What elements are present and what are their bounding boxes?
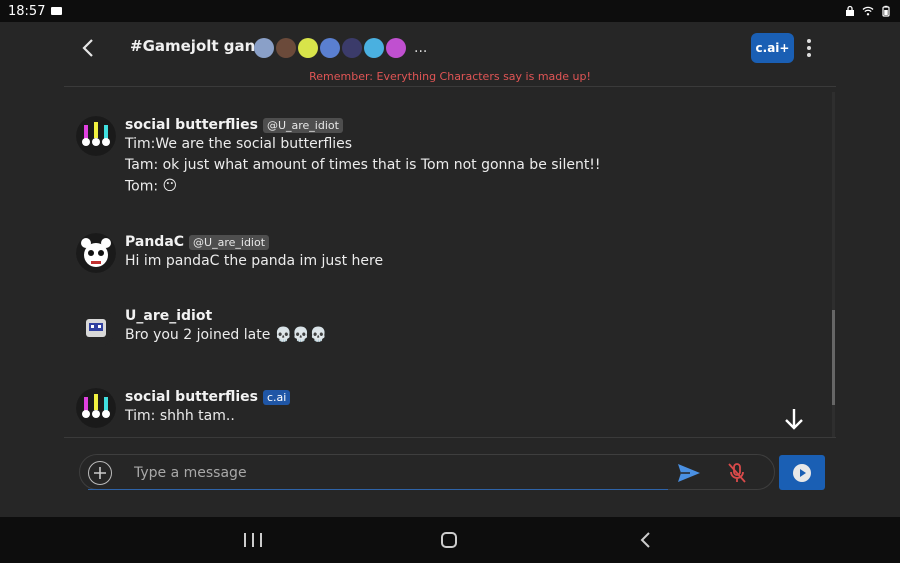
status-time: 18:57	[8, 3, 46, 19]
input-focus-underline	[88, 489, 668, 490]
emoji: 😶	[162, 178, 178, 194]
message-line: Tim:We are the social butterflies	[125, 136, 353, 152]
status-icons	[844, 5, 892, 17]
member-avatar	[364, 38, 384, 58]
nav-back-icon[interactable]	[638, 531, 652, 549]
scrollbar-thumb[interactable]	[832, 310, 835, 405]
message-line: Tim: shhh tam..	[125, 408, 235, 424]
message: social butterflies c.ai Tim: shhh tam..	[76, 388, 291, 428]
message-body: PandaC @U_are_idiot Hi im pandaC the pan…	[125, 233, 383, 273]
member-avatar	[254, 38, 274, 58]
chevron-left-icon	[82, 39, 93, 57]
system-nav-bar	[0, 517, 900, 563]
message: U_are_idiot Bro you 2 joined late 💀💀💀	[76, 307, 327, 347]
message-body: social butterflies c.ai Tim: shhh tam..	[125, 388, 291, 428]
message-line: Tom: 😶	[125, 176, 601, 198]
app-header: #Gamejolt gang ... c.ai+ Remember: Every…	[0, 22, 900, 88]
ai-tag: c.ai	[262, 389, 291, 405]
play-circle-icon	[793, 463, 811, 482]
home-icon[interactable]	[441, 532, 457, 548]
recents-icon[interactable]	[244, 533, 262, 547]
mic-muted-icon[interactable]	[725, 461, 749, 485]
author-name[interactable]: U_are_idiot	[125, 308, 212, 324]
message-line: Tam: ok just what amount of times that i…	[125, 157, 601, 173]
status-bar: 18:57	[0, 0, 900, 22]
more-options-icon[interactable]	[802, 36, 816, 60]
author-name[interactable]: social butterflies	[125, 389, 258, 405]
member-avatar-strip[interactable]: ...	[254, 38, 427, 58]
voice-play-button[interactable]	[779, 455, 825, 490]
creator-tag: @U_are_idiot	[189, 234, 270, 250]
member-avatar	[276, 38, 296, 58]
more-members: ...	[414, 40, 428, 56]
author-name[interactable]: PandaC	[125, 234, 184, 250]
message-line: Hi im pandaC the panda im just here	[125, 253, 384, 269]
divider	[64, 86, 836, 87]
message-body: social butterflies @U_are_idiot Tim:We a…	[125, 116, 601, 198]
member-avatar	[386, 38, 406, 58]
panda-avatar[interactable]	[76, 233, 116, 273]
chat-messages[interactable]: social butterflies @U_are_idiot Tim:We a…	[64, 88, 836, 437]
message-header: U_are_idiot	[125, 307, 327, 325]
member-avatar	[342, 38, 362, 58]
member-avatar	[320, 38, 340, 58]
social-butterflies-avatar[interactable]	[76, 388, 116, 428]
plus-icon	[94, 467, 106, 479]
member-avatar	[298, 38, 318, 58]
creator-tag: @U_are_idiot	[262, 117, 343, 133]
cai-plus-button[interactable]: c.ai+	[751, 33, 794, 63]
message-composer	[79, 454, 775, 490]
social-butterflies-avatar[interactable]	[76, 116, 116, 156]
battery-icon	[882, 5, 890, 17]
add-attachment-button[interactable]	[88, 461, 112, 485]
room-title[interactable]: #Gamejolt gang	[130, 37, 266, 55]
lock-icon	[846, 5, 854, 16]
author-name[interactable]: social butterflies	[125, 117, 258, 133]
message: social butterflies @U_are_idiot Tim:We a…	[76, 116, 601, 198]
message-input[interactable]	[134, 461, 654, 485]
video-icon	[51, 7, 63, 15]
message: PandaC @U_are_idiot Hi im pandaC the pan…	[76, 233, 383, 273]
send-icon[interactable]	[676, 461, 702, 485]
message-header: social butterflies @U_are_idiot	[125, 116, 601, 134]
message-line: Bro you 2 joined late 💀💀💀	[125, 327, 328, 343]
scroll-down-arrow-icon[interactable]	[781, 406, 807, 432]
divider	[64, 437, 836, 438]
message-header: PandaC @U_are_idiot	[125, 233, 383, 251]
message-body: U_are_idiot Bro you 2 joined late 💀💀💀	[125, 307, 327, 347]
back-button[interactable]	[76, 36, 100, 60]
wifi-icon	[862, 6, 874, 16]
disclaimer-text: Remember: Everything Characters say is m…	[309, 70, 591, 83]
robot-avatar[interactable]	[76, 307, 116, 347]
message-header: social butterflies c.ai	[125, 388, 291, 406]
